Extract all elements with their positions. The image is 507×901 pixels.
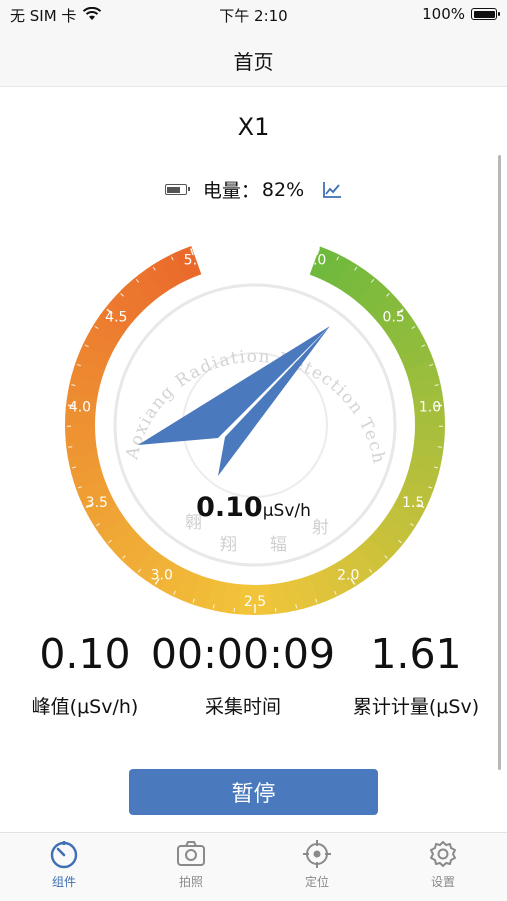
brand-cn-char: 翔 [220, 535, 237, 555]
gauge-scale-label: 5.0 [184, 253, 206, 269]
battery-row: 电量： 82% [0, 176, 507, 203]
gauge-arc [65, 246, 445, 615]
camera-icon [151, 839, 231, 869]
battery-icon [471, 8, 497, 20]
tab-components[interactable]: 组件 [24, 839, 104, 890]
tab-label: 组件 [52, 875, 76, 889]
reading-unit: μSv/h [263, 501, 311, 521]
pause-button[interactable]: 暂停 [129, 769, 378, 815]
gear-icon [403, 839, 483, 869]
collection-time-stat: 00:00:09 采集时间 [148, 630, 338, 719]
scrollbar[interactable] [498, 155, 501, 770]
device-name: X1 [0, 113, 507, 141]
page-title: 首页 [0, 46, 507, 75]
collection-time-value: 00:00:09 [148, 630, 338, 678]
gauge-scale-label: 1.0 [419, 400, 441, 416]
collection-time-label: 采集时间 [148, 692, 338, 719]
gauge-icon [24, 839, 104, 869]
cumulative-dose-label: 累计计量(μSv) [336, 692, 496, 719]
crosshair-icon [277, 839, 357, 869]
reading-readout: 0.10μSv/h [0, 492, 507, 523]
device-battery-icon [165, 184, 187, 195]
cumulative-dose-stat: 1.61 累计计量(μSv) [336, 630, 496, 719]
tab-location[interactable]: 定位 [277, 839, 357, 890]
peak-value: 0.10 [15, 630, 155, 678]
battery-label: 电量： [203, 176, 260, 203]
nav-bar: 首页 [0, 30, 507, 87]
chart-icon[interactable] [322, 181, 342, 199]
brand-cn-char: 辐 [270, 535, 287, 555]
gauge-scale-label: 4.0 [69, 400, 91, 416]
tab-bar: 组件 拍照 定位 设置 [0, 832, 507, 901]
tab-label: 设置 [431, 875, 455, 889]
battery-value: 82% [262, 179, 304, 201]
tab-label: 拍照 [179, 875, 203, 889]
gauge-scale-label: 3.0 [151, 567, 173, 583]
tab-settings[interactable]: 设置 [403, 839, 483, 890]
gauge-scale-label: 2.0 [337, 567, 359, 583]
cumulative-dose-value: 1.61 [336, 630, 496, 678]
status-bar: 无 SIM 卡 下午 2:10 100% [0, 0, 507, 30]
gauge-scale-label: 0.0 [304, 253, 326, 269]
gauge-scale-label: 4.5 [105, 310, 127, 326]
tab-label: 定位 [305, 875, 329, 889]
reading-value: 0.10 [196, 492, 263, 523]
peak-label: 峰值(μSv/h) [15, 692, 155, 719]
gauge-scale-label: 2.5 [244, 594, 266, 610]
radiation-gauge: 0.00.51.01.52.02.53.03.54.04.55.0 Aoxian… [60, 230, 450, 620]
battery-percent: 100% [422, 5, 465, 23]
peak-stat: 0.10 峰值(μSv/h) [15, 630, 155, 719]
tab-camera[interactable]: 拍照 [151, 839, 231, 890]
status-right: 100% [422, 5, 497, 23]
gauge-scale-label: 0.5 [383, 310, 405, 326]
